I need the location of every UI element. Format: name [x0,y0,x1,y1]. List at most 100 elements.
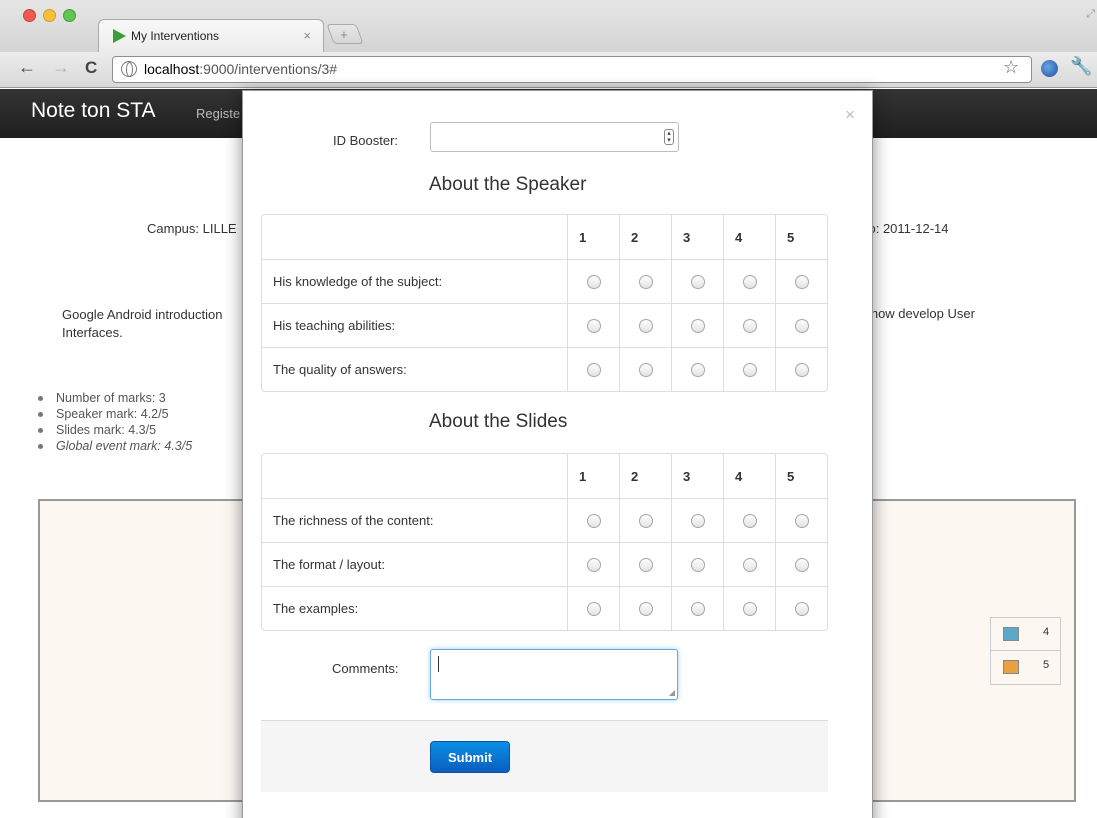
scale-header: 3 [671,454,723,498]
rating-cell [671,259,723,303]
rating-cell [567,586,619,630]
rating-radio[interactable] [638,558,653,573]
bookmark-star-icon[interactable]: ☆ [1003,57,1019,78]
close-window-button[interactable] [23,9,36,22]
submit-button[interactable]: Submit [430,741,510,773]
table-header-blank [262,215,567,259]
browser-tab[interactable]: My Interventions × [98,19,324,52]
address-bar[interactable]: localhost:9000/interventions/3# [112,56,1032,83]
rating-radio[interactable] [742,363,757,378]
comments-textarea[interactable]: ◢ [430,649,678,700]
rating-radio[interactable] [742,558,757,573]
rating-cell [619,303,671,347]
rating-radio[interactable] [586,602,601,617]
rating-cell [671,347,723,391]
table-row: His teaching abilities: [262,303,827,347]
rating-cell [671,498,723,542]
zoom-window-button[interactable] [63,9,76,22]
rating-radio[interactable] [586,319,601,334]
scale-header: 4 [723,215,775,259]
spinner-icon[interactable]: ▴ ▾ [664,129,674,145]
globe-icon [121,61,137,77]
rating-radio[interactable] [690,514,705,529]
scale-header: 5 [775,454,827,498]
rating-radio[interactable] [638,514,653,529]
table-row: The examples: [262,586,827,630]
rating-radio[interactable] [742,319,757,334]
rating-radio[interactable] [638,275,653,290]
fullscreen-icon[interactable]: ⤢ [1086,8,1095,21]
back-arrow-icon[interactable]: ← [18,57,36,78]
wrench-icon[interactable]: 🔧 [1070,56,1092,77]
rating-cell [723,347,775,391]
rating-radio[interactable] [638,602,653,617]
slides-rating-table: 1 2 3 4 5 The richness of the content: The for… [261,453,828,631]
rating-radio[interactable] [742,275,757,290]
rating-radio[interactable] [586,363,601,378]
legend-label: 5 [1043,659,1050,671]
scale-header: 4 [723,454,775,498]
rating-cell [567,303,619,347]
nav-link-register[interactable]: Registe [196,106,240,121]
legend-item: 4 [991,618,1060,651]
rating-radio[interactable] [690,558,705,573]
rating-cell [619,347,671,391]
legend-swatch [1003,627,1019,641]
rating-radio[interactable] [794,363,809,378]
rating-cell [723,498,775,542]
rating-radio[interactable] [638,363,653,378]
rating-radio[interactable] [794,558,809,573]
tab-close-icon[interactable]: × [303,28,311,43]
rating-cell [723,303,775,347]
table-header-row: 12345 [262,215,827,259]
rating-cell [567,498,619,542]
site-brand[interactable]: Note ton STA [31,99,156,123]
rating-radio[interactable] [794,514,809,529]
forward-arrow-icon[interactable]: → [52,57,70,78]
minimize-window-button[interactable] [43,9,56,22]
marks-list: Number of marks: 3 Speaker mark: 4.2/5 S… [38,390,192,454]
rating-radio[interactable] [586,558,601,573]
rating-radio[interactable] [742,514,757,529]
rating-cell [619,498,671,542]
rating-radio[interactable] [794,275,809,290]
rating-radio[interactable] [638,319,653,334]
rating-cell [567,259,619,303]
scale-header: 5 [775,215,827,259]
play-favicon-icon [113,29,126,43]
speaker-rating-table: 1 2 3 4 5 His knowledge of the subject: His te… [261,214,828,392]
rating-radio[interactable] [690,319,705,334]
close-icon[interactable]: × [845,105,855,125]
rating-cell [619,259,671,303]
rating-radio[interactable] [690,275,705,290]
to-date-text: To: 2011-12-14 [862,221,949,236]
chart-legend: 4 5 [990,617,1061,685]
text-caret [438,656,439,672]
rating-cell [619,542,671,586]
table-row: The quality of answers: [262,347,827,391]
id-booster-label: ID Booster: [333,133,399,148]
question-label: The richness of the content: [262,498,567,542]
reload-icon[interactable]: C [85,58,97,78]
new-tab-button[interactable]: + [326,24,364,44]
id-booster-input[interactable]: ▴ ▾ [430,122,679,152]
rating-radio[interactable] [586,275,601,290]
rating-cell [671,303,723,347]
extension-globe-icon[interactable] [1041,60,1058,77]
table-row: His knowledge of the subject: [262,259,827,303]
url-text[interactable]: localhost:9000/interventions/3# [144,61,337,77]
description-text: Google Android introduction Interfaces. [62,307,223,340]
list-item: Slides mark: 4.3/5 [38,422,192,438]
rating-radio[interactable] [794,602,809,617]
scale-header: 2 [619,454,671,498]
table-header-row: 12345 [262,454,827,498]
rating-radio[interactable] [742,602,757,617]
rating-radio[interactable] [586,514,601,529]
rating-radio[interactable] [690,602,705,617]
resize-grip-icon[interactable]: ◢ [669,688,675,697]
rating-radio[interactable] [794,319,809,334]
rating-cell [775,498,827,542]
legend-item: 5 [991,651,1060,684]
form-actions: Submit [261,720,828,792]
rating-radio[interactable] [690,363,705,378]
